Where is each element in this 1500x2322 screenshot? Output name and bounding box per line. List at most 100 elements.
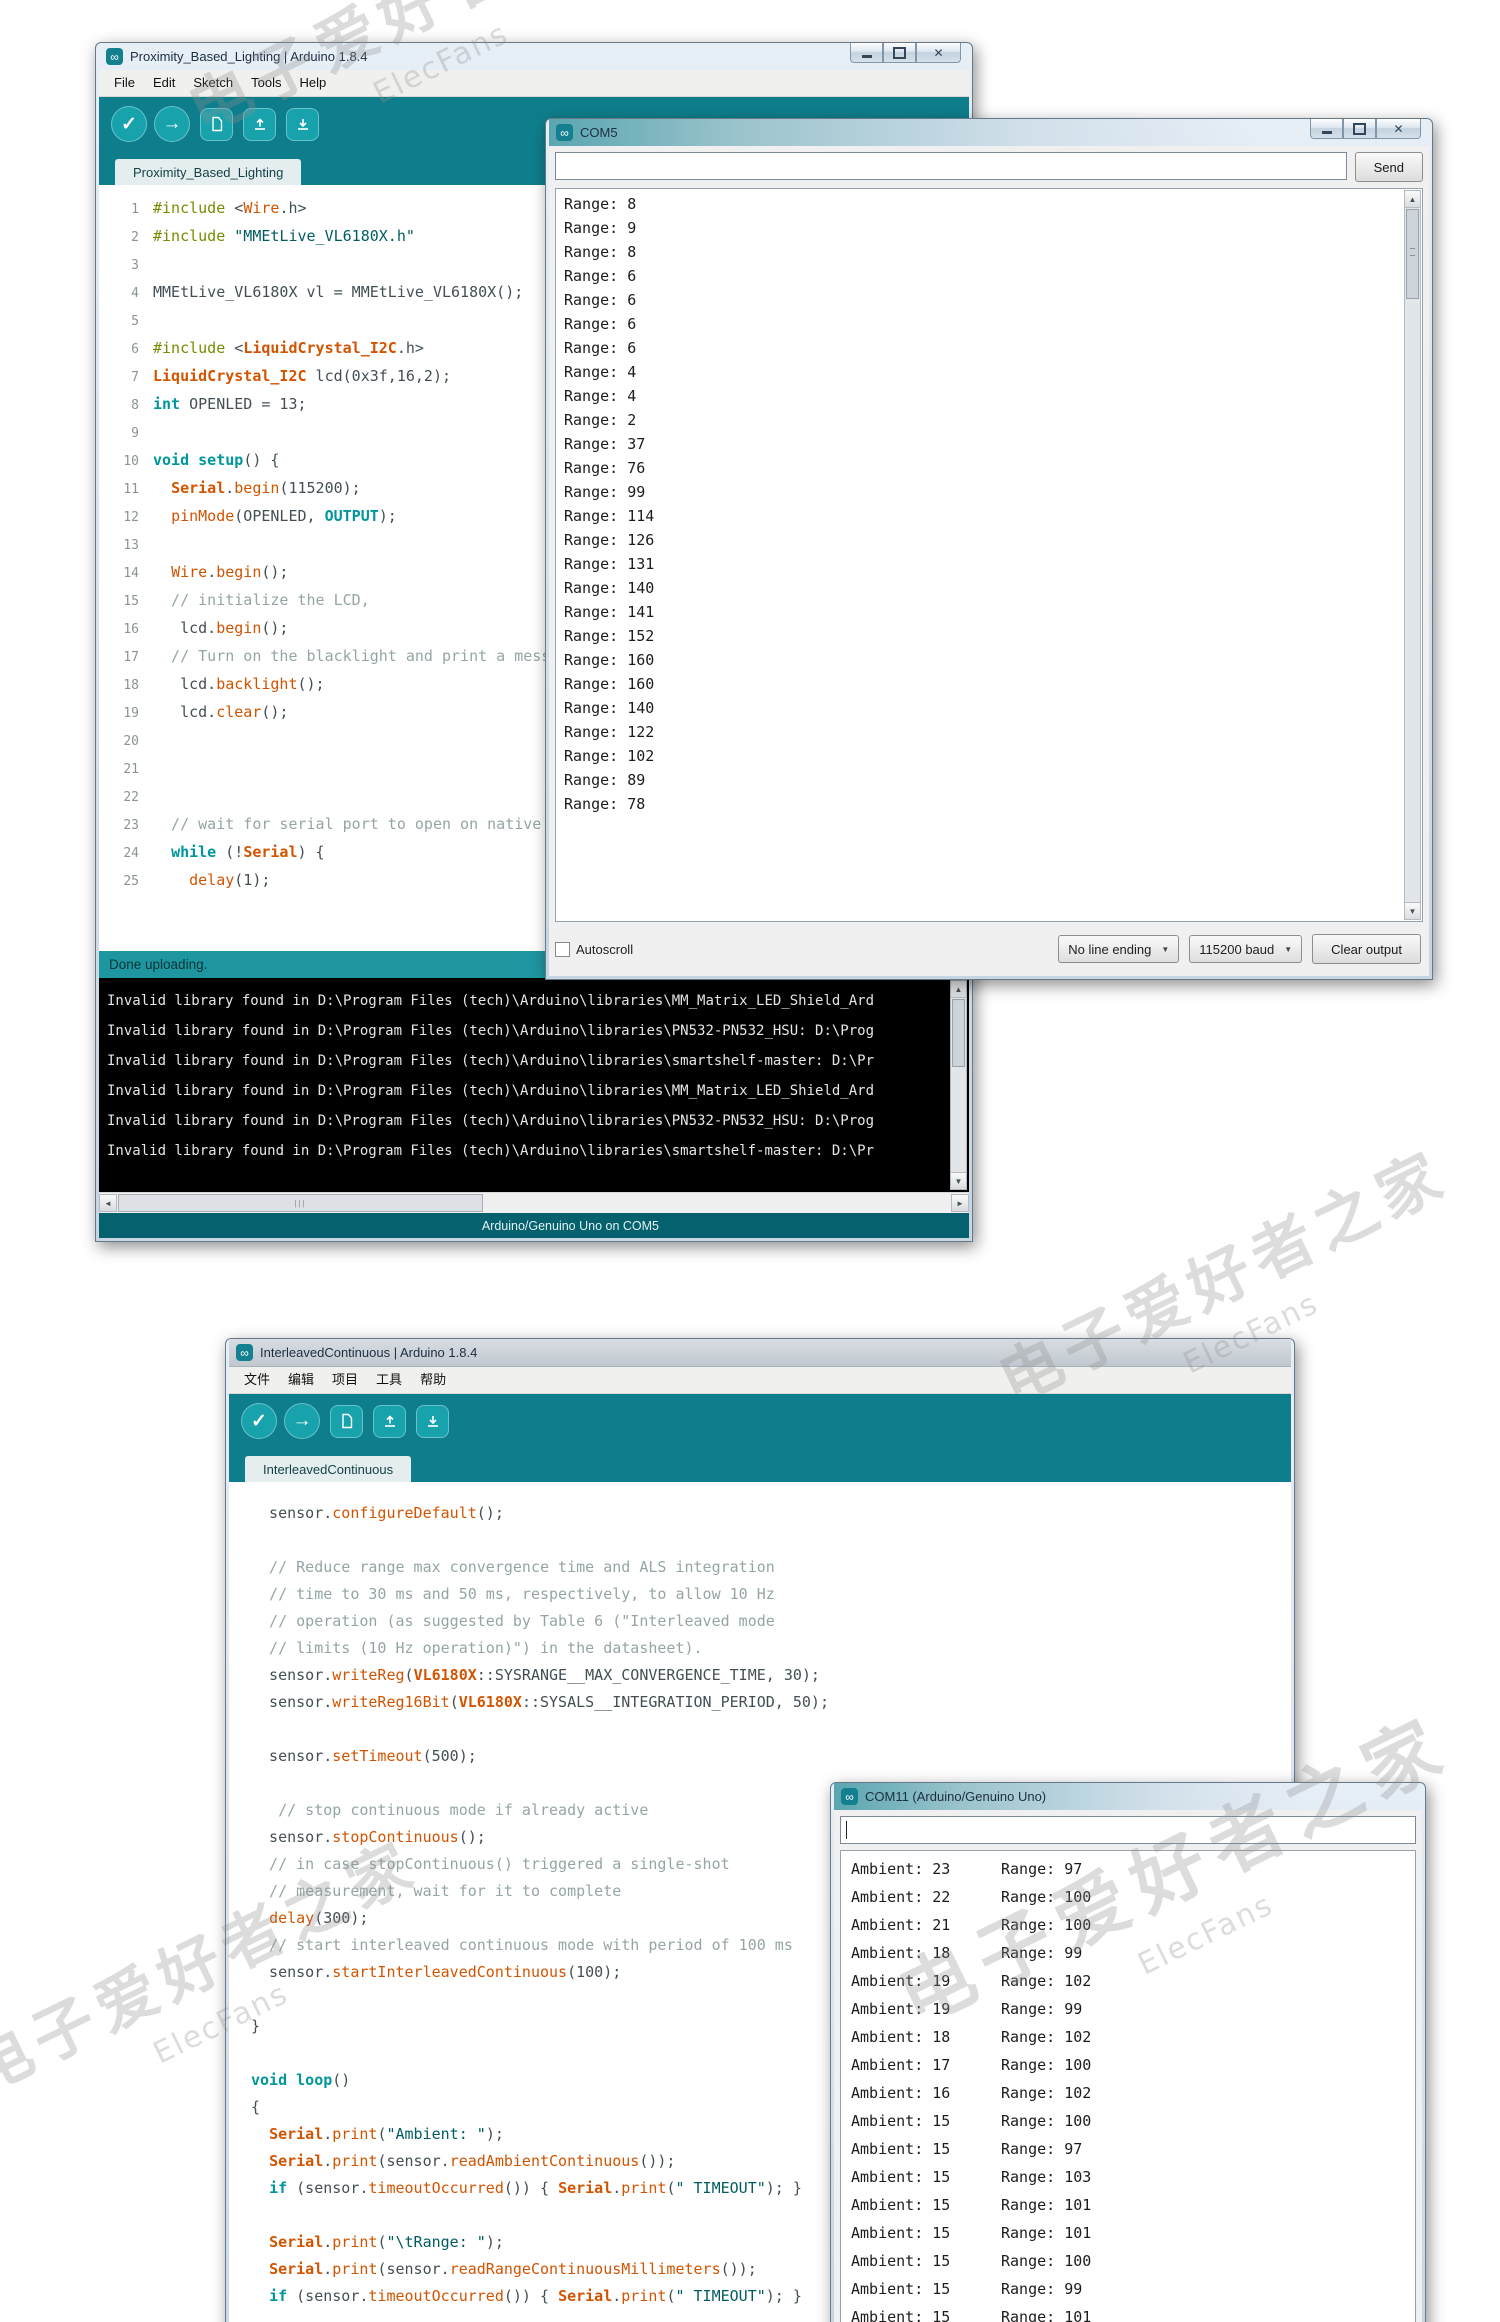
- autoscroll-checkbox[interactable]: Autoscroll: [555, 941, 634, 957]
- code-line: sensor.writeReg16Bit(VL6180X::SYSALS__IN…: [251, 1693, 829, 1711]
- open-up-arrow-icon: [384, 1415, 395, 1427]
- line-ending-value: No line ending: [1068, 941, 1152, 957]
- code-line: sensor.setTimeout(500);: [251, 1747, 477, 1765]
- output-line: Range: 141: [564, 603, 655, 621]
- serial-line: Ambient: 15 Range: 101: [851, 2224, 1092, 2242]
- serial-output-lines: Range: 8 Range: 9 Range: 8 Range: 6 Range: 6…: [556, 189, 1422, 816]
- chevron-down-icon: ▼: [1284, 944, 1293, 954]
- scrollbar-thumb[interactable]: [952, 999, 965, 1067]
- serial-line: Ambient: 23 Range: 97: [851, 1860, 1083, 1878]
- serial-line: Ambient: 19 Range: 99: [851, 2000, 1083, 2018]
- scroll-left-icon[interactable]: ◄: [99, 1194, 117, 1212]
- output-line: Range: 6: [564, 291, 637, 309]
- output-line: Range: 4: [564, 363, 637, 381]
- scroll-down-icon[interactable]: ▼: [1405, 902, 1420, 919]
- output-line: Range: 102: [564, 747, 655, 765]
- serial-output[interactable]: Range: 8 Range: 9 Range: 8 Range: 6 Range: 6…: [555, 188, 1423, 922]
- menu-item-1[interactable]: 编辑: [279, 1367, 323, 1393]
- output-line: Invalid library found in D:\Program File…: [107, 1023, 875, 1039]
- minimize-button[interactable]: [850, 43, 883, 63]
- upload-button[interactable]: →: [154, 106, 190, 142]
- output-line: Range: 9: [564, 219, 637, 237]
- arduino-app-icon: ∞: [236, 1344, 253, 1361]
- scroll-up-icon[interactable]: ▲: [1405, 191, 1420, 208]
- serial-input[interactable]: [840, 1816, 1416, 1844]
- serial-line: Ambient: 15 Range: 101: [851, 2196, 1092, 2214]
- menu-item-sketch[interactable]: Sketch: [184, 70, 242, 96]
- text-caret: [846, 1821, 847, 1839]
- chevron-down-icon: ▼: [1161, 944, 1170, 954]
- console-output[interactable]: Invalid library found in D:\Program File…: [99, 978, 969, 1192]
- output-line: Range: 8: [564, 243, 637, 261]
- verify-button[interactable]: ✓: [111, 106, 147, 142]
- scroll-right-icon[interactable]: ►: [951, 1194, 969, 1212]
- minimize-button[interactable]: [1310, 119, 1343, 139]
- new-sketch-button[interactable]: [200, 107, 233, 141]
- menu-item-2[interactable]: 项目: [323, 1367, 367, 1393]
- output-line: Range: 99: [564, 483, 646, 501]
- save-down-arrow-icon: [427, 1416, 438, 1427]
- scrollbar-thumb[interactable]: |||: [118, 1194, 483, 1212]
- titlebar[interactable]: ∞ COM5 ✕: [549, 119, 1429, 146]
- baud-rate-select[interactable]: 115200 baud ▼: [1189, 935, 1303, 963]
- console-lines: Invalid library found in D:\Program File…: [99, 978, 969, 1166]
- serial-input[interactable]: [555, 152, 1347, 180]
- autoscroll-label: Autoscroll: [576, 941, 634, 957]
- scroll-up-icon[interactable]: ▲: [951, 981, 966, 998]
- output-line: Range: 126: [564, 531, 655, 549]
- titlebar[interactable]: ∞ Proximity_Based_Lighting | Arduino 1.8…: [99, 43, 969, 70]
- line-ending-select[interactable]: No line ending ▼: [1058, 935, 1180, 963]
- horizontal-scrollbar[interactable]: ◄ ||| ►: [99, 1192, 969, 1213]
- menu-item-3[interactable]: 工具: [367, 1367, 411, 1393]
- titlebar[interactable]: ∞ InterleavedContinuous | Arduino 1.8.4: [229, 1339, 1291, 1367]
- output-line: Invalid library found in D:\Program File…: [107, 993, 875, 1009]
- tab-proximity-based-lighting[interactable]: Proximity_Based_Lighting: [115, 159, 302, 185]
- menu-item-4[interactable]: 帮助: [411, 1367, 455, 1393]
- close-button[interactable]: ✕: [1376, 119, 1421, 139]
- close-button[interactable]: ✕: [916, 43, 961, 63]
- new-sketch-button[interactable]: [330, 1404, 363, 1438]
- titlebar[interactable]: ∞ COM11 (Arduino/Genuino Uno): [834, 1783, 1422, 1810]
- board-port-status: Arduino/Genuino Uno on COM5: [99, 1213, 969, 1238]
- window-serial-monitor-com11: ∞ COM11 (Arduino/Genuino Uno) Ambient: 2…: [830, 1782, 1426, 2322]
- clear-output-button[interactable]: Clear output: [1312, 934, 1421, 964]
- output-line: Range: 152: [564, 627, 655, 645]
- verify-button[interactable]: ✓: [241, 1403, 277, 1439]
- serial-line: Ambient: 17 Range: 100: [851, 2056, 1092, 2074]
- maximize-button[interactable]: [1343, 119, 1376, 139]
- window-serial-monitor-com5: ∞ COM5 ✕ Send Range: 8 Range: 9 Range: 8 Ra…: [545, 118, 1433, 980]
- console-vertical-scrollbar[interactable]: ▲ ▼: [950, 980, 967, 1190]
- menu-item-edit[interactable]: Edit: [144, 70, 184, 96]
- menu-item-0[interactable]: 文件: [235, 1367, 279, 1393]
- output-line: Range: 140: [564, 579, 655, 597]
- minimize-icon: [861, 54, 872, 58]
- send-button[interactable]: Send: [1354, 152, 1423, 182]
- scrollbar-thumb[interactable]: [1406, 209, 1419, 299]
- new-document-icon: [211, 116, 222, 132]
- serial-output-lines: Ambient: 23 Range: 97 Ambient: 22 Range: 10…: [841, 1851, 1415, 2322]
- close-icon: ✕: [1393, 121, 1404, 136]
- menu-item-file[interactable]: File: [105, 70, 144, 96]
- upload-button[interactable]: →: [284, 1403, 320, 1439]
- arduino-app-icon: ∞: [556, 124, 573, 141]
- code-line: // time to 30 ms and 50 ms, respectively…: [251, 1585, 775, 1603]
- output-line: Invalid library found in D:\Program File…: [107, 1083, 875, 1099]
- output-vertical-scrollbar[interactable]: ▲ ▼: [1404, 190, 1421, 920]
- serial-line: Ambient: 15 Range: 97: [851, 2140, 1083, 2158]
- output-line: Range: 78: [564, 795, 646, 813]
- open-button[interactable]: [373, 1404, 406, 1438]
- serial-output[interactable]: Ambient: 23 Range: 97 Ambient: 22 Range: 10…: [840, 1850, 1416, 2322]
- output-line: Range: 2: [564, 411, 637, 429]
- menu-item-help[interactable]: Help: [290, 70, 335, 96]
- maximize-button[interactable]: [883, 43, 916, 63]
- save-button[interactable]: [416, 1404, 449, 1438]
- open-button[interactable]: [243, 107, 276, 141]
- menu-item-tools[interactable]: Tools: [242, 70, 290, 96]
- save-button[interactable]: [286, 107, 319, 141]
- new-document-icon: [341, 1413, 352, 1429]
- tab-interleaved-continuous[interactable]: InterleavedContinuous: [245, 1456, 412, 1482]
- scroll-down-icon[interactable]: ▼: [951, 1172, 966, 1189]
- serial-line: Ambient: 18 Range: 102: [851, 2028, 1092, 2046]
